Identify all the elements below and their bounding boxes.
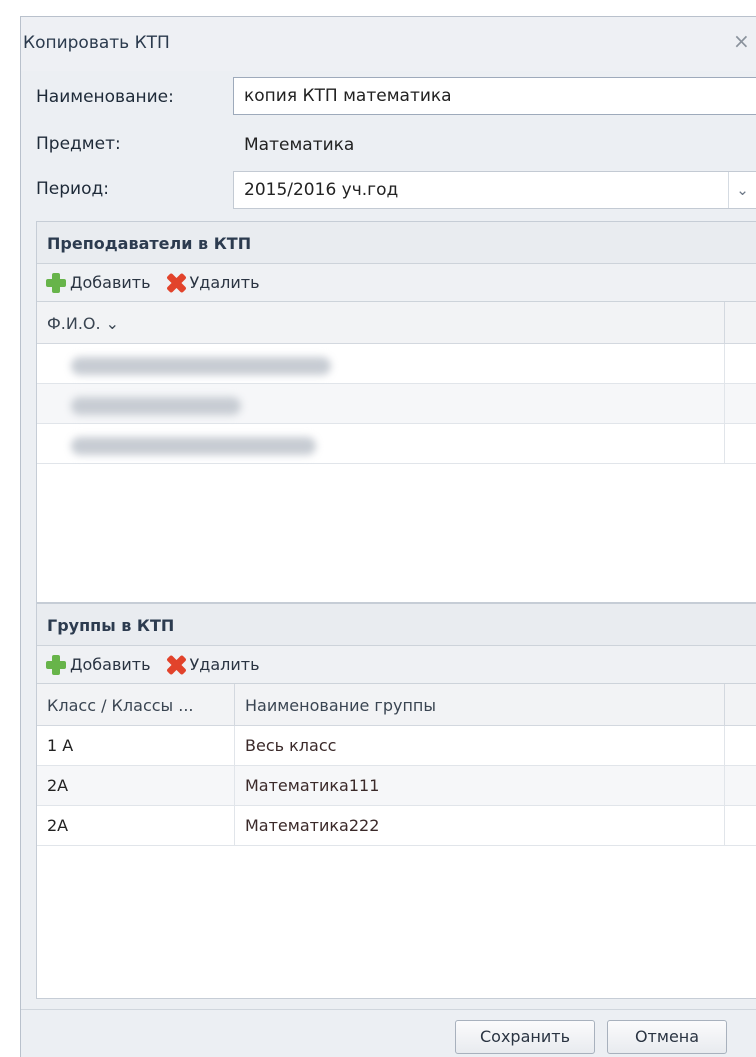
teachers-toolbar: Добавить Удалить	[37, 264, 756, 302]
teachers-grid-header: Ф.И.О. ⌄	[37, 302, 756, 344]
groups-panel: Группы в КТП Добавить Удалить Класс / Кл…	[36, 603, 756, 999]
add-group-label: Добавить	[70, 655, 151, 674]
group-name-column-header[interactable]: Наименование группы	[235, 684, 725, 725]
save-button[interactable]: Сохранить	[455, 1020, 595, 1054]
teacher-row[interactable]	[37, 344, 756, 384]
name-label: Наименование:	[36, 87, 174, 107]
period-label: Период:	[36, 179, 109, 199]
period-value: 2015/2016 уч.год	[244, 180, 399, 200]
delete-teacher-button[interactable]: Удалить	[165, 272, 260, 294]
dialog-footer: Сохранить Отмена	[21, 1009, 756, 1057]
groups-toolbar: Добавить Удалить	[37, 646, 756, 684]
group-row[interactable]: 1 А Весь класс	[37, 726, 756, 766]
chevron-down-icon[interactable]: ⌄	[728, 172, 756, 208]
group-row[interactable]: 2А Математика111	[37, 766, 756, 806]
delete-group-label: Удалить	[189, 655, 260, 674]
group-name-cell: Математика111	[235, 766, 725, 805]
period-select[interactable]: 2015/2016 уч.год ⌄	[233, 171, 756, 209]
group-class-cell: 2А	[37, 806, 235, 845]
group-row[interactable]: 2А Математика222	[37, 806, 756, 846]
delete-teacher-label: Удалить	[189, 273, 260, 292]
subject-value: Математика	[233, 126, 756, 164]
group-class-cell: 1 А	[37, 726, 235, 765]
add-group-button[interactable]: Добавить	[45, 654, 151, 676]
group-name-cell: Весь класс	[235, 726, 725, 765]
teacher-name-redacted	[37, 344, 725, 383]
x-icon	[165, 272, 187, 294]
dialog-titlebar[interactable]: Копировать КТП ×	[21, 17, 756, 71]
teachers-panel-title: Преподаватели в КТП	[37, 222, 756, 264]
add-teacher-label: Добавить	[70, 273, 151, 292]
x-icon	[165, 654, 187, 676]
delete-group-button[interactable]: Удалить	[165, 654, 260, 676]
group-name-cell: Математика222	[235, 806, 725, 845]
redacted-bar	[71, 397, 241, 415]
dialog-title: Копировать КТП	[23, 33, 170, 53]
group-class-cell: 2А	[37, 766, 235, 805]
teacher-row[interactable]	[37, 384, 756, 424]
name-input[interactable]: копия КТП математика	[233, 77, 756, 115]
cancel-button[interactable]: Отмена	[607, 1020, 727, 1054]
class-column-header[interactable]: Класс / Классы ...	[37, 684, 235, 725]
close-icon[interactable]: ×	[733, 31, 750, 51]
fio-column-header[interactable]: Ф.И.О. ⌄	[37, 302, 725, 343]
groups-grid-header: Класс / Классы ... Наименование группы	[37, 684, 756, 726]
teachers-panel: Преподаватели в КТП Добавить Удалить Ф.И…	[36, 221, 756, 603]
subject-label: Предмет:	[36, 134, 121, 154]
teacher-row[interactable]	[37, 424, 756, 464]
copy-ktp-dialog: Копировать КТП × Наименование: копия КТП…	[20, 16, 756, 1057]
redacted-bar	[71, 437, 316, 455]
add-teacher-button[interactable]: Добавить	[45, 272, 151, 294]
redacted-bar	[71, 357, 331, 375]
teacher-name-redacted	[37, 384, 725, 423]
plus-icon	[45, 272, 67, 294]
teacher-name-redacted	[37, 424, 725, 463]
groups-panel-title: Группы в КТП	[37, 604, 756, 646]
plus-icon	[45, 654, 67, 676]
